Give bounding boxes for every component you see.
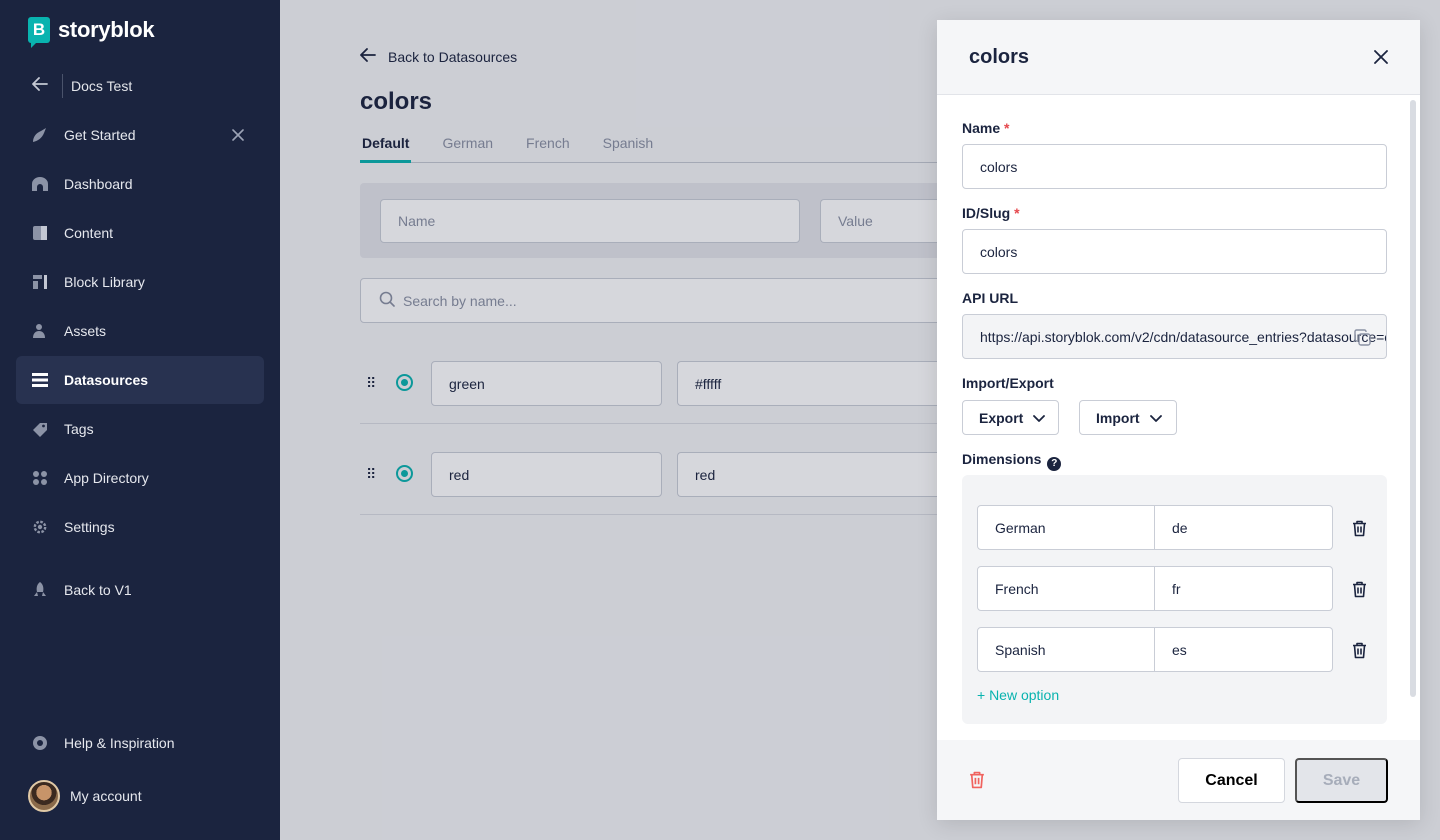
dimension-name-input[interactable]: French bbox=[977, 566, 1155, 611]
nav-label: App Directory bbox=[64, 470, 149, 486]
nav-label: Back to V1 bbox=[64, 582, 132, 598]
save-button[interactable]: Save bbox=[1295, 758, 1388, 803]
my-account[interactable]: My account bbox=[28, 780, 142, 812]
drawer-title: colors bbox=[969, 45, 1030, 68]
space-switcher: Docs Test bbox=[32, 74, 132, 98]
slug-input[interactable]: colors bbox=[962, 229, 1387, 274]
dimension-row: French fr bbox=[977, 566, 1333, 611]
nav-label: Content bbox=[64, 225, 114, 241]
sidebar: B storyblok Docs Test Get Started Dashbo… bbox=[0, 0, 280, 840]
dimension-name-input[interactable]: Spanish bbox=[977, 627, 1155, 672]
drawer-footer: Cancel Save bbox=[937, 740, 1420, 820]
dimension-row: German de bbox=[977, 505, 1333, 550]
nav-item-assets[interactable]: Assets bbox=[16, 307, 264, 355]
cancel-button[interactable]: Cancel bbox=[1178, 758, 1285, 803]
close-icon[interactable] bbox=[1370, 46, 1392, 68]
datasource-settings-drawer: colors Name * colors ID/Slug * colors AP… bbox=[937, 20, 1420, 820]
nav-label: Help & Inspiration bbox=[64, 735, 175, 751]
nav-item-content[interactable]: Content bbox=[16, 209, 264, 257]
api-url-label: API URL bbox=[962, 290, 1018, 306]
rocket-icon bbox=[30, 580, 50, 600]
nav-item-tags[interactable]: Tags bbox=[16, 405, 264, 453]
name-label: Name * bbox=[962, 120, 1010, 136]
nav-item-block-library[interactable]: Block Library bbox=[16, 258, 264, 306]
nav-item-datasources[interactable]: Datasources bbox=[16, 356, 264, 404]
dimension-name-input[interactable]: German bbox=[977, 505, 1155, 550]
import-dropdown-button[interactable]: Import bbox=[1079, 400, 1177, 435]
import-label: Import bbox=[1096, 409, 1140, 426]
dimension-code-input[interactable]: es bbox=[1155, 627, 1333, 672]
nav-item-settings[interactable]: Settings bbox=[16, 503, 264, 551]
copy-icon[interactable] bbox=[1354, 329, 1372, 350]
content-icon bbox=[30, 223, 50, 243]
nav-item-app-directory[interactable]: App Directory bbox=[16, 454, 264, 502]
dimension-code-input[interactable]: fr bbox=[1155, 566, 1333, 611]
logo-mark: B bbox=[28, 17, 50, 48]
nav-label: Datasources bbox=[64, 372, 149, 388]
nav-label: Settings bbox=[64, 519, 115, 535]
export-dropdown-button[interactable]: Export bbox=[962, 400, 1059, 435]
dimensions-label: Dimensions? bbox=[962, 451, 1062, 471]
slug-label: ID/Slug * bbox=[962, 205, 1020, 221]
dimension-row: Spanish es bbox=[977, 627, 1333, 672]
dimension-code-input[interactable]: de bbox=[1155, 505, 1333, 550]
avatar bbox=[28, 780, 60, 812]
help-icon[interactable]: ? bbox=[1047, 456, 1062, 471]
tag-icon bbox=[30, 419, 50, 439]
assets-icon bbox=[30, 321, 50, 341]
nav-item-back-to-v1[interactable]: Back to V1 bbox=[16, 566, 264, 614]
gear-icon bbox=[30, 517, 50, 537]
api-url-value: https://api.storyblok.com/v2/cdn/datasou… bbox=[980, 328, 1387, 345]
rocket-hand-icon bbox=[30, 125, 50, 145]
space-name[interactable]: Docs Test bbox=[71, 78, 132, 94]
trash-icon[interactable] bbox=[1351, 519, 1367, 537]
nav-separator bbox=[16, 552, 264, 566]
chevron-down-icon bbox=[1033, 410, 1046, 426]
trash-icon[interactable] bbox=[1351, 580, 1367, 598]
bottom-nav: Help & Inspiration bbox=[16, 719, 264, 768]
close-icon[interactable] bbox=[232, 125, 244, 146]
nav-label: Assets bbox=[64, 323, 107, 339]
dimensions-list: German de French fr Spanish es + New opt… bbox=[962, 475, 1387, 724]
nav-label: Block Library bbox=[64, 274, 145, 290]
account-label: My account bbox=[70, 788, 142, 804]
block-library-icon bbox=[30, 272, 50, 292]
drawer-scrollbar[interactable] bbox=[1410, 100, 1416, 697]
lifebuoy-icon bbox=[30, 733, 50, 753]
trash-icon[interactable] bbox=[1351, 641, 1367, 659]
nav-item-get-started[interactable]: Get Started bbox=[16, 111, 264, 159]
drawer-header: colors bbox=[937, 20, 1420, 95]
import-export-label: Import/Export bbox=[962, 375, 1054, 391]
space-divider bbox=[62, 74, 63, 98]
nav-label: Get Started bbox=[64, 127, 136, 143]
nav-label: Dashboard bbox=[64, 176, 133, 192]
api-url-field[interactable]: https://api.storyblok.com/v2/cdn/datasou… bbox=[962, 314, 1387, 359]
export-label: Export bbox=[979, 409, 1024, 426]
name-input[interactable]: colors bbox=[962, 144, 1387, 189]
back-arrow-icon[interactable] bbox=[32, 76, 54, 96]
storyblok-logo[interactable]: B storyblok bbox=[28, 17, 155, 48]
main-nav: Get Started Dashboard Content Block Libr… bbox=[16, 111, 264, 615]
nav-label: Tags bbox=[64, 421, 94, 437]
chevron-down-icon bbox=[1149, 410, 1162, 426]
dashboard-icon bbox=[30, 174, 50, 194]
new-option-button[interactable]: + New option bbox=[977, 687, 1059, 703]
datasources-icon bbox=[30, 370, 50, 390]
app-directory-icon bbox=[30, 468, 50, 488]
delete-datasource-icon[interactable] bbox=[969, 771, 985, 794]
logo-text: storyblok bbox=[58, 17, 155, 42]
nav-item-dashboard[interactable]: Dashboard bbox=[16, 160, 264, 208]
nav-item-help[interactable]: Help & Inspiration bbox=[16, 719, 264, 767]
